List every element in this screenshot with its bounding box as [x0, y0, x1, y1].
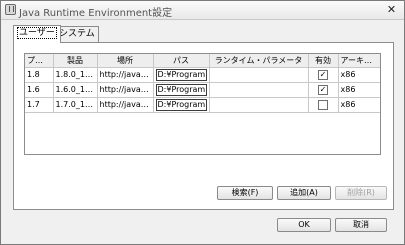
tab-user[interactable]: ユーザー	[13, 25, 61, 43]
runtime-params-cell[interactable]	[209, 97, 309, 113]
location-cell[interactable]: http://java.s...	[97, 97, 154, 113]
column-header-architecture[interactable]: アーキテ...	[338, 54, 380, 68]
enabled-checkbox[interactable]: ✓	[318, 69, 328, 80]
cancel-button[interactable]: 取消	[335, 218, 387, 232]
product-cell[interactable]: 1.6.0_121	[53, 82, 98, 98]
platform-cell[interactable]: 1.8	[25, 67, 54, 83]
ok-button[interactable]: OK	[277, 218, 331, 232]
enabled-cell: ✓	[308, 67, 339, 83]
column-header-location[interactable]: 場所	[97, 54, 154, 68]
table-row[interactable]: 1.8 1.8.0_102 http://java.s... D:¥Progra…	[25, 67, 380, 83]
path-value: D:¥Program ...	[155, 84, 207, 96]
platform-cell[interactable]: 1.7	[25, 97, 54, 113]
jre-settings-dialog: Java Runtime Environment設定 ✕ ユーザー システム プ…	[0, 0, 405, 245]
column-header-runtime-params[interactable]: ランタイム・パラメータ	[209, 54, 309, 68]
column-header-platform[interactable]: プラッ...	[25, 54, 54, 68]
window-title: Java Runtime Environment設定	[19, 8, 173, 19]
runtime-params-cell[interactable]	[209, 67, 309, 83]
location-cell[interactable]: http://java.s...	[97, 82, 154, 98]
path-value: D:¥Program ...	[155, 69, 207, 81]
column-header-enabled[interactable]: 有効	[308, 54, 339, 68]
tab-system[interactable]: システム	[55, 26, 99, 42]
enabled-checkbox[interactable]	[318, 99, 328, 110]
product-cell[interactable]: 1.7.0_111	[53, 97, 98, 113]
table-row[interactable]: 1.6 1.6.0_121 http://java.s... D:¥Progra…	[25, 82, 380, 98]
architecture-cell[interactable]: x86	[338, 97, 380, 113]
architecture-cell[interactable]: x86	[338, 67, 380, 83]
path-cell[interactable]: D:¥Program ...	[153, 82, 210, 98]
enabled-cell	[308, 97, 339, 113]
column-header-product[interactable]: 製品	[53, 54, 98, 68]
table-row[interactable]: 1.7 1.7.0_111 http://java.s... D:¥Progra…	[25, 97, 380, 113]
jre-table: プラッ... 製品 場所 パス ランタイム・パラメータ 有効 アーキテ... 1…	[24, 53, 381, 155]
path-value: D:¥Program ...	[155, 99, 207, 111]
tab-panel-user: プラッ... 製品 場所 パス ランタイム・パラメータ 有効 アーキテ... 1…	[13, 42, 394, 210]
tab-user-label: ユーザー	[17, 27, 57, 39]
add-button[interactable]: 追加(A)	[277, 186, 331, 200]
enabled-cell: ✓	[308, 82, 339, 98]
path-cell[interactable]: D:¥Program ...	[153, 67, 210, 83]
platform-cell[interactable]: 1.6	[25, 82, 54, 98]
table-header-row: プラッ... 製品 場所 パス ランタイム・パラメータ 有効 アーキテ...	[25, 54, 380, 68]
close-icon[interactable]: ✕	[385, 3, 398, 16]
java-app-icon	[5, 4, 16, 15]
tab-system-label: システム	[59, 29, 95, 39]
architecture-cell[interactable]: x86	[338, 82, 380, 98]
search-button[interactable]: 検索(F)	[217, 186, 273, 200]
path-cell[interactable]: D:¥Program ...	[153, 97, 210, 113]
title-bar: Java Runtime Environment設定 ✕	[1, 1, 404, 20]
runtime-params-cell[interactable]	[209, 82, 309, 98]
column-header-path[interactable]: パス	[153, 54, 210, 68]
enabled-checkbox[interactable]: ✓	[318, 84, 328, 95]
location-cell[interactable]: http://java.s...	[97, 67, 154, 83]
product-cell[interactable]: 1.8.0_102	[53, 67, 98, 83]
remove-button[interactable]: 削除(R)	[335, 186, 387, 200]
